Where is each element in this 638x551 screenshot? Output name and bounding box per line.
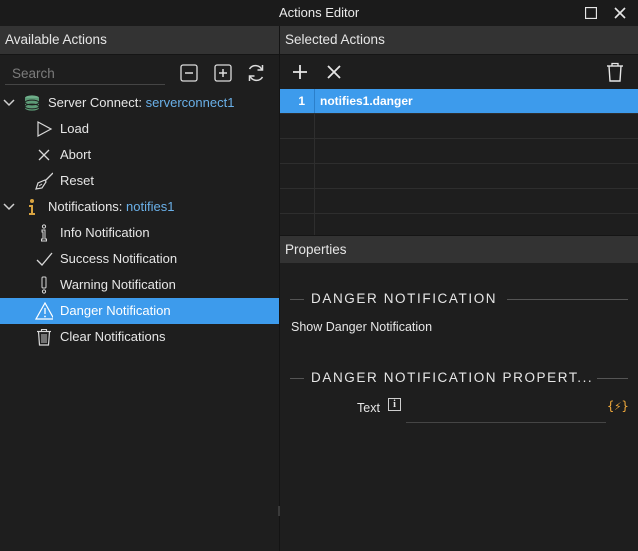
text-field-input[interactable] (406, 395, 606, 423)
properties-header: Properties (280, 235, 638, 263)
action-item-success-notification[interactable]: Success Notification (0, 246, 279, 272)
exclamation-icon (35, 276, 53, 294)
empty-row (280, 114, 638, 139)
broom-icon (35, 172, 53, 190)
add-action-button[interactable] (290, 62, 310, 82)
collapse-all-icon (180, 64, 198, 82)
refresh-button[interactable] (246, 63, 266, 83)
x-icon (35, 146, 53, 164)
info-icon[interactable]: i (388, 398, 401, 411)
close-icon (614, 7, 626, 19)
action-item-label: Load (60, 121, 89, 136)
text-field-label: Text (357, 401, 380, 415)
chevron-down-icon[interactable] (2, 95, 16, 111)
window-title: Actions Editor (279, 5, 360, 20)
available-actions-panel: Available Actions Server Connect: server… (0, 26, 280, 551)
close-window-button[interactable] (611, 4, 629, 22)
tree-group-instance: serverconnect1 (145, 95, 235, 110)
tree-group-instance: notifies1 (126, 199, 175, 214)
empty-row (280, 139, 638, 164)
action-item-info-notification[interactable]: Info Notification (0, 220, 279, 246)
action-item-label: Warning Notification (60, 277, 176, 292)
database-icon (23, 94, 41, 112)
tree-group-server-connect[interactable]: Server Connect: serverconnect1 (0, 90, 279, 116)
tree-group-label: Server Connect: serverconnect1 (48, 95, 235, 110)
expand-all-icon (214, 64, 232, 82)
window-titlebar: Actions Editor (0, 0, 638, 26)
row-index: 1 (280, 89, 315, 113)
action-item-label: Info Notification (60, 225, 150, 240)
action-item-label: Reset (60, 173, 94, 188)
action-description: Show Danger Notification (291, 320, 433, 334)
action-item-load[interactable]: Load (0, 116, 279, 142)
empty-row (280, 164, 638, 189)
row-action: notifies1.danger (320, 94, 413, 108)
action-item-label: Abort (60, 147, 92, 162)
action-item-warning-notification[interactable]: Warning Notification (0, 272, 279, 298)
selected-actions-header: Selected Actions (280, 26, 638, 55)
plus-icon (293, 65, 307, 79)
action-item-danger-notification[interactable]: Danger Notification (0, 298, 279, 324)
actions-tree: Server Connect: serverconnect1 Load Abor… (0, 90, 279, 350)
selected-actions-panel: Selected Actions 1 notifies1.danger Prop… (280, 26, 638, 551)
action-item-reset[interactable]: Reset (0, 168, 279, 194)
selected-actions-grid: 1 notifies1.danger (280, 89, 638, 239)
section-danger-notification: DANGER NOTIFICATION (290, 291, 628, 307)
action-item-label: Success Notification (60, 251, 178, 266)
close-icon (327, 65, 341, 79)
section-danger-notification-properties: DANGER NOTIFICATION PROPERT... (290, 370, 628, 386)
action-item-clear-notifications[interactable]: Clear Notifications (0, 324, 279, 350)
check-icon (35, 250, 53, 268)
section-title: DANGER NOTIFICATION (311, 291, 498, 306)
available-actions-header: Available Actions (0, 26, 279, 55)
tree-group-notifications[interactable]: Notifications: notifies1 (0, 194, 279, 220)
selected-actions-toolbar (280, 55, 638, 89)
maximize-icon (585, 7, 597, 19)
expand-all-button[interactable] (213, 63, 233, 83)
dynamic-data-button[interactable]: {⚡} (607, 399, 629, 413)
available-actions-toolbar (0, 55, 279, 91)
remove-action-button[interactable] (324, 62, 344, 82)
maximize-button[interactable] (582, 4, 600, 22)
tree-group-label: Notifications: notifies1 (48, 199, 175, 214)
info-icon (23, 198, 41, 216)
info-outline-icon (35, 224, 53, 242)
empty-row (280, 189, 638, 214)
delete-all-button[interactable] (605, 62, 625, 82)
play-outline-icon (35, 120, 53, 138)
warning-triangle-icon (35, 302, 53, 320)
refresh-icon (248, 64, 264, 82)
action-item-label: Danger Notification (60, 303, 171, 318)
action-item-label: Clear Notifications (60, 329, 166, 344)
section-title: DANGER NOTIFICATION PROPERT... (311, 370, 594, 385)
trash-icon (35, 328, 53, 346)
chevron-down-icon[interactable] (2, 199, 16, 215)
search-input[interactable] (5, 62, 165, 85)
selected-action-row[interactable]: 1 notifies1.danger (280, 89, 638, 114)
action-item-abort[interactable]: Abort (0, 142, 279, 168)
collapse-all-button[interactable] (179, 63, 199, 83)
trash-icon (607, 62, 623, 82)
